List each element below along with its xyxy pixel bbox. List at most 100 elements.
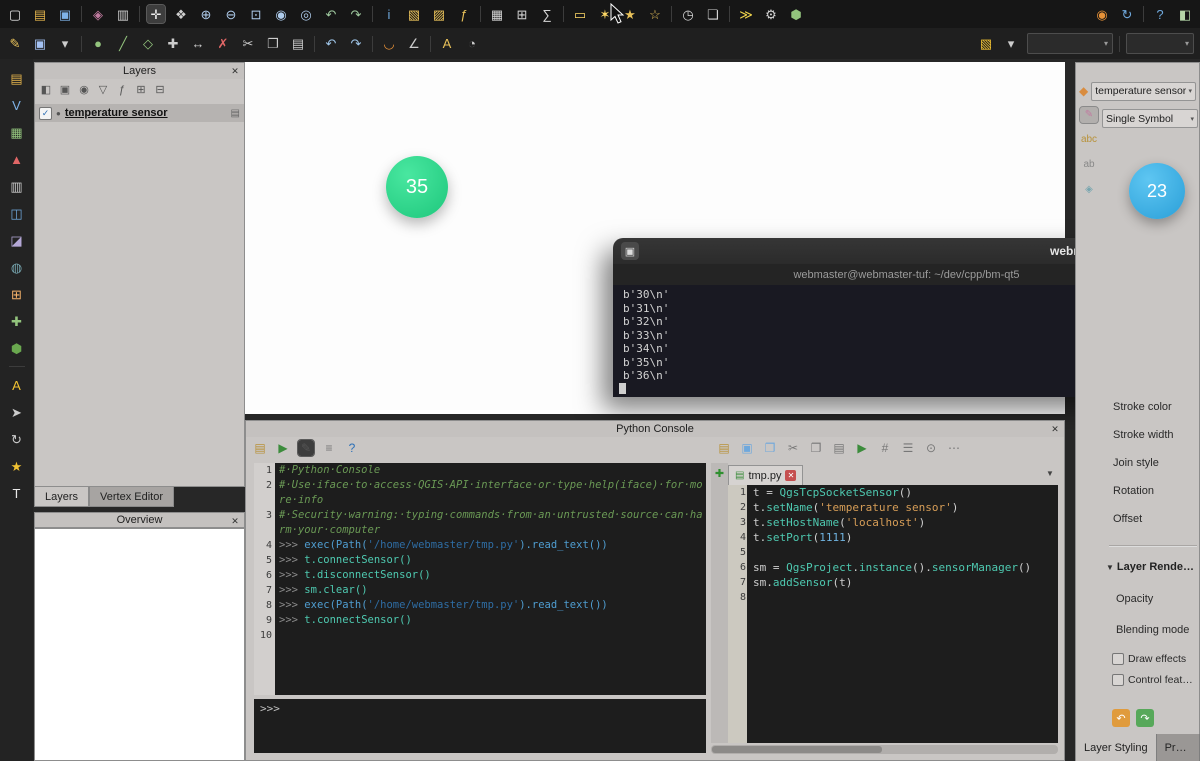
add-xyz-layer-icon[interactable]: ⊞	[8, 285, 26, 303]
layer-labeling-options-icon[interactable]: A	[8, 376, 26, 394]
new-geopackage-layer-icon[interactable]: ⬢	[8, 339, 26, 357]
style-manager-icon[interactable]: ◈	[89, 5, 107, 23]
console-help-icon[interactable]: ?	[344, 440, 360, 456]
new-project-icon[interactable]: ▢	[6, 5, 24, 23]
advanced-digitizing-icon[interactable]: ∠	[405, 35, 423, 53]
plugin-manager-icon[interactable]: ⬢	[787, 5, 805, 23]
add-line-feature-icon[interactable]: ╱	[114, 35, 132, 53]
editor-options-icon[interactable]: ⋯	[946, 440, 962, 456]
toggle-comment-icon[interactable]: #	[877, 440, 893, 456]
text-annotation-icon[interactable]: T	[8, 484, 26, 502]
zoom-next-icon[interactable]: ↷	[347, 5, 365, 23]
run-command-icon[interactable]: ▶	[275, 440, 291, 456]
add-vector-layer-icon[interactable]: V	[8, 96, 26, 114]
paste-features-icon[interactable]: ▤	[289, 35, 307, 53]
save-script-as-icon[interactable]: ❐	[762, 440, 778, 456]
data-source-manager-icon[interactable]: ▤	[8, 69, 26, 87]
find-text-icon[interactable]: ⊙	[923, 440, 939, 456]
scrollbar-thumb[interactable]	[712, 746, 882, 753]
tab-tmp-py[interactable]: ▤ tmp.py ✕	[728, 465, 803, 485]
move-label-icon[interactable]: ➤	[8, 403, 26, 421]
add-spatialite-layer-icon[interactable]: ◪	[8, 231, 26, 249]
labels-icon[interactable]: abc	[1080, 132, 1098, 148]
expand-all-icon[interactable]: ⊞	[134, 83, 148, 97]
tab-layers[interactable]: Layers	[34, 487, 89, 507]
map-tips-icon[interactable]: ✶	[596, 5, 614, 23]
layout-manager-icon[interactable]: ▥	[114, 5, 132, 23]
terminal-app-icon[interactable]: ▣	[621, 242, 639, 260]
code-editor-tmp-py[interactable]: 1t = QgsTcpSocketSensor()2t.setName('tem…	[728, 485, 1058, 743]
styling-layer-combo[interactable]: temperature sensor ▾	[1091, 82, 1196, 101]
layer-labeling-icon[interactable]: A	[438, 35, 456, 53]
python-console-input[interactable]: >>>	[254, 699, 706, 753]
measure-line-icon[interactable]: ▭	[571, 5, 589, 23]
tab-vertex-editor[interactable]: Vertex Editor	[89, 487, 174, 507]
toggle-editing-icon[interactable]: ✎	[6, 35, 24, 53]
delete-selected-icon[interactable]: ✗	[214, 35, 232, 53]
control-order-checkbox[interactable]	[1112, 674, 1124, 686]
view-3d-icon[interactable]: ◈	[1080, 182, 1098, 198]
processing-toolbox-icon[interactable]: ⚙	[762, 5, 780, 23]
tab-processing[interactable]: Processing	[1157, 734, 1200, 761]
layer-row-temperature-sensor[interactable]: ✓ ● temperature sensor ▤	[35, 104, 244, 122]
add-mesh-layer-icon[interactable]: ▲	[8, 150, 26, 168]
draw-effects-checkbox[interactable]	[1112, 653, 1124, 665]
move-feature-icon[interactable]: ↔	[189, 35, 207, 53]
zoom-last-icon[interactable]: ↶	[322, 5, 340, 23]
current-edits-icon[interactable]: ▾	[56, 35, 74, 53]
style-undo-button[interactable]: ↶	[1112, 709, 1130, 727]
layer-visibility-checkbox[interactable]: ✓	[39, 107, 52, 120]
run-script-icon[interactable]: ▶	[854, 440, 870, 456]
units-combo[interactable]: ▾	[1126, 33, 1194, 54]
close-icon[interactable]: ✕	[229, 515, 241, 527]
close-icon[interactable]: ✕	[229, 65, 241, 77]
collapse-all-icon[interactable]: ⊟	[153, 83, 167, 97]
save-project-icon[interactable]: ▣	[56, 5, 74, 23]
pan-to-selection-icon[interactable]: ❖	[172, 5, 190, 23]
show-editor-icon[interactable]: ✎	[298, 440, 314, 456]
close-icon[interactable]: ✕	[1049, 423, 1061, 435]
open-project-icon[interactable]: ▤	[31, 5, 49, 23]
filter-by-expression-icon[interactable]: ƒ	[115, 83, 129, 97]
pan-map-icon[interactable]: ✛	[147, 5, 165, 23]
tab-layer-styling[interactable]: Layer Styling	[1076, 734, 1157, 761]
masks-icon[interactable]: ab	[1080, 157, 1098, 173]
font-size-combo[interactable]: ▾	[1027, 33, 1113, 54]
tab-close-icon[interactable]: ✕	[785, 470, 796, 481]
filter-legend-icon[interactable]: ▽	[96, 83, 110, 97]
select-by-expression-icon[interactable]: ƒ	[455, 5, 473, 23]
refresh-sync-icon[interactable]: ↻	[1118, 5, 1136, 23]
layer-diagram-icon[interactable]: ◔	[463, 35, 481, 53]
show-bookmarks-icon[interactable]: ☆	[646, 5, 664, 23]
add-polygon-feature-icon[interactable]: ◇	[139, 35, 157, 53]
add-wms-layer-icon[interactable]: ◍	[8, 258, 26, 276]
python-console-icon[interactable]: ≫	[737, 5, 755, 23]
import-class-icon[interactable]: ▤	[252, 440, 268, 456]
add-group-icon[interactable]: ▣	[58, 83, 72, 97]
save-layer-edits-icon[interactable]: ▣	[31, 35, 49, 53]
open-script-icon[interactable]: ▤	[716, 440, 732, 456]
zoom-out-icon[interactable]: ⊖	[222, 5, 240, 23]
open-attribute-table-icon[interactable]: ▦	[488, 5, 506, 23]
symbology-icon[interactable]: ✎	[1080, 107, 1098, 123]
console-options-icon[interactable]: ≡	[321, 440, 337, 456]
undo-icon[interactable]: ↶	[322, 35, 340, 53]
add-raster-layer-icon[interactable]: ▦	[8, 123, 26, 141]
user-profile-icon[interactable]: ◉	[1093, 5, 1111, 23]
new-shapefile-layer-icon[interactable]: ✚	[8, 312, 26, 330]
layer-rendering-header[interactable]: ▼ Layer Rendering	[1106, 561, 1198, 573]
object-inspector-icon[interactable]: ☰	[900, 440, 916, 456]
layer-indicator-icon[interactable]: ▤	[231, 108, 240, 119]
new-editor-tab-icon[interactable]: ✚	[715, 467, 724, 743]
symbol-type-combo[interactable]: Single Symbol ▾	[1102, 109, 1198, 128]
label-highlight-icon[interactable]: ▧	[977, 35, 995, 53]
manage-map-themes-icon[interactable]: ◉	[77, 83, 91, 97]
select-features-icon[interactable]: ▧	[405, 5, 423, 23]
vertex-tool-icon[interactable]: ✚	[164, 35, 182, 53]
cut-text-icon[interactable]: ✂	[785, 440, 801, 456]
new-spatial-bookmark-icon[interactable]: ★	[621, 5, 639, 23]
add-delimited-text-icon[interactable]: ▥	[8, 177, 26, 195]
statistical-summary-icon[interactable]: ∑	[538, 5, 556, 23]
editor-tab-list-icon[interactable]: ▼	[1046, 469, 1054, 478]
identify-features-icon[interactable]: i	[380, 5, 398, 23]
